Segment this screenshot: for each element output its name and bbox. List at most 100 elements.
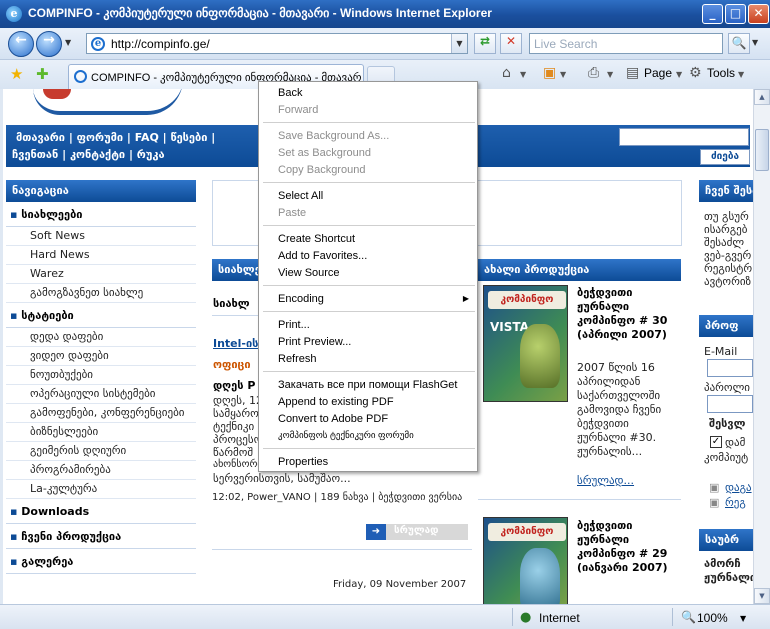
news-more-button[interactable]: ➜ სრულად xyxy=(366,524,468,540)
site-logo-swoosh xyxy=(33,89,183,115)
scroll-up-arrow-icon[interactable]: ▲ xyxy=(754,89,770,105)
page-menu[interactable]: Page xyxy=(644,66,672,80)
divider xyxy=(478,499,681,500)
news-category-link[interactable]: ოფიცი xyxy=(213,358,251,371)
search-input[interactable]: Live Search xyxy=(529,33,723,54)
back-button[interactable]: ← xyxy=(8,31,34,57)
nav-section-articles[interactable]: სტატიები xyxy=(6,303,196,328)
nav-section-downloads[interactable]: Downloads xyxy=(6,499,196,524)
menu-item-save-background[interactable]: Save Background As... xyxy=(261,128,477,145)
menu-item-append-pdf[interactable]: Append to existing PDF xyxy=(261,394,477,411)
nav-link[interactable]: გეიმერის დღიური xyxy=(6,442,196,461)
print-dropdown-icon[interactable]: ▼ xyxy=(607,70,613,79)
menu-item-back[interactable]: Back xyxy=(261,85,477,102)
password-field[interactable] xyxy=(707,395,753,413)
feeds-dropdown-icon[interactable]: ▼ xyxy=(560,70,566,79)
email-field[interactable] xyxy=(707,359,753,377)
nav-section-gallery[interactable]: გალერეა xyxy=(6,549,196,574)
nav-link[interactable]: Warez xyxy=(6,265,196,284)
stop-button[interactable]: ✕ xyxy=(500,33,522,54)
address-dropdown-icon[interactable]: ▼ xyxy=(451,34,467,53)
menu-item-create-shortcut[interactable]: Create Shortcut xyxy=(261,231,477,248)
search-options-dropdown-icon[interactable]: ▼ xyxy=(752,38,758,47)
menu-item-forward[interactable]: Forward xyxy=(261,102,477,119)
recent-pages-dropdown-icon[interactable]: ▼ xyxy=(65,38,71,47)
nav-link[interactable]: დედა დაფები xyxy=(6,328,196,347)
vertical-scrollbar[interactable]: ▲ ▼ xyxy=(753,89,770,604)
tools-gear-icon[interactable]: ⚙ xyxy=(689,65,702,81)
scroll-down-arrow-icon[interactable]: ▼ xyxy=(754,588,770,604)
nav-link[interactable]: Hard News xyxy=(6,246,196,265)
nav-link[interactable]: ოპერაციული სისტემები xyxy=(6,385,196,404)
nav-link[interactable]: გამოფენები, კონფერენციები xyxy=(6,404,196,423)
forgot-password-link[interactable]: დაგა xyxy=(725,481,752,494)
close-button[interactable]: ✕ xyxy=(748,4,769,24)
nav-section-products[interactable]: ჩვენი პროდუქცია xyxy=(6,524,196,549)
news-text: ტექნიკი xyxy=(213,420,255,433)
maximize-button[interactable]: □ xyxy=(725,4,746,24)
site-menu-row1[interactable]: მთავარი | ფორუმი | FAQ | წესები | xyxy=(16,131,215,144)
nav-link[interactable]: პროგრამირება xyxy=(6,461,196,480)
favorites-star-icon[interactable]: ★ xyxy=(10,65,23,83)
menu-item-select-all[interactable]: Select All xyxy=(261,188,477,205)
nav-link[interactable]: ნოუთბუქები xyxy=(6,366,196,385)
news-title-link[interactable]: Intel-ის xyxy=(213,337,258,350)
menu-item-flashget[interactable]: Закачать все при помощи FlashGet xyxy=(261,377,477,394)
menu-item-encoding-label: Encoding xyxy=(278,293,324,305)
forward-button[interactable]: → xyxy=(36,31,62,57)
zoom-dropdown-icon[interactable]: ▼ xyxy=(740,614,746,623)
menu-item-refresh[interactable]: Refresh xyxy=(261,351,477,368)
add-favorite-icon[interactable]: ✚ xyxy=(36,65,49,83)
menu-separator xyxy=(263,311,475,312)
page-menu-icon[interactable]: ▤ xyxy=(626,65,639,81)
nav-link[interactable]: ბიზნესლეები xyxy=(6,423,196,442)
site-search-button[interactable]: ძიება xyxy=(700,149,750,165)
menu-item-set-background[interactable]: Set as Background xyxy=(261,145,477,162)
product-cover-image[interactable]: კომპინფო xyxy=(483,517,568,604)
feeds-icon[interactable]: ▣ xyxy=(543,65,556,81)
address-url[interactable]: http://compinfo.ge/ xyxy=(111,37,210,51)
divider xyxy=(512,608,513,626)
menu-item-print[interactable]: Print... xyxy=(261,317,477,334)
products-heading: ახალი პროდუქცია xyxy=(478,259,681,281)
left-navigation: ნავიგაცია სიახლეები Soft News Hard News … xyxy=(6,180,196,574)
product-more-link[interactable]: სრულად... xyxy=(577,474,634,487)
refresh-button[interactable]: ⇄ xyxy=(474,33,496,54)
site-menu-row2[interactable]: ჩვენთან | კონტაქტი | რუკა xyxy=(12,148,165,161)
menu-item-compinfo-forum[interactable]: კომპინფოს ტექნიკური ფორუმი xyxy=(261,428,477,445)
scroll-thumb[interactable] xyxy=(755,129,769,171)
search-icon[interactable]: 🔍 xyxy=(728,33,750,54)
tools-menu[interactable]: Tools xyxy=(707,66,735,80)
register-link[interactable]: რეგ xyxy=(725,496,746,509)
menu-item-print-preview[interactable]: Print Preview... xyxy=(261,334,477,351)
menu-item-encoding[interactable]: Encoding ▶ xyxy=(261,291,477,308)
site-search-input[interactable] xyxy=(619,128,749,146)
zoom-level[interactable]: 100% xyxy=(697,611,728,625)
product-cover-image[interactable]: კომპინფო VISTA xyxy=(483,285,568,402)
divider xyxy=(672,608,673,626)
menu-item-copy-background[interactable]: Copy Background xyxy=(261,162,477,179)
nav-section-news[interactable]: სიახლეები xyxy=(6,202,196,227)
nav-link[interactable]: Soft News xyxy=(6,227,196,246)
menu-item-paste[interactable]: Paste xyxy=(261,205,477,222)
minimize-button[interactable]: _ xyxy=(702,4,723,24)
remember-checkbox[interactable]: ✓ xyxy=(710,436,722,448)
product-title: ჟურნალი xyxy=(577,533,630,546)
menu-item-view-source[interactable]: View Source xyxy=(261,265,477,282)
home-icon[interactable]: ⌂ xyxy=(502,65,511,81)
home-dropdown-icon[interactable]: ▼ xyxy=(520,70,526,79)
product-brand: კომპინფო xyxy=(488,523,566,541)
login-button[interactable]: შესვლ xyxy=(709,417,745,430)
print-icon[interactable]: ⎙ xyxy=(588,65,599,81)
menu-item-properties[interactable]: Properties xyxy=(261,454,477,471)
nav-link[interactable]: ვიდეო დაფები xyxy=(6,347,196,366)
news-text: დღეს, 12 xyxy=(213,394,263,407)
menu-item-convert-pdf[interactable]: Convert to Adobe PDF xyxy=(261,411,477,428)
tools-dropdown-icon[interactable]: ▼ xyxy=(738,70,744,79)
zoom-magnifier-icon[interactable]: 🔍 xyxy=(681,610,696,624)
address-bar[interactable]: e http://compinfo.ge/ ▼ xyxy=(86,33,468,54)
nav-link[interactable]: La-კულტურა xyxy=(6,480,196,499)
nav-link[interactable]: გამოგზავნეთ სიახლე xyxy=(6,284,196,303)
menu-item-add-to-favorites[interactable]: Add to Favorites... xyxy=(261,248,477,265)
page-dropdown-icon[interactable]: ▼ xyxy=(676,70,682,79)
